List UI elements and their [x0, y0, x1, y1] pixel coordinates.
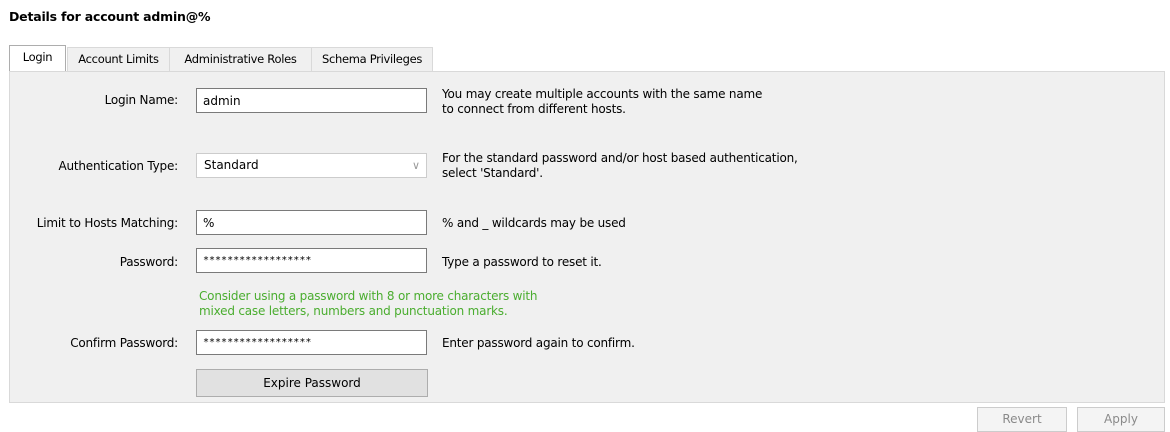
- tab-schema-privileges[interactable]: Schema Privileges: [311, 47, 433, 71]
- tab-administrative-roles[interactable]: Administrative Roles: [169, 47, 312, 71]
- confirm-password-help: Enter password again to confirm.: [442, 336, 635, 350]
- login-name-input[interactable]: [196, 88, 427, 113]
- auth-type-help-line1: For the standard password and/or host ba…: [442, 151, 798, 165]
- tab-account-limits[interactable]: Account Limits: [67, 47, 170, 71]
- confirm-password-input[interactable]: [196, 330, 427, 355]
- password-hint-line2: mixed case letters, numbers and punctuat…: [199, 304, 508, 318]
- auth-type-label: Authentication Type:: [58, 159, 178, 173]
- hosts-input[interactable]: [196, 210, 427, 235]
- auth-type-help-line2: select 'Standard'.: [442, 166, 543, 180]
- account-details-title: Details for account admin@%: [9, 9, 211, 24]
- password-hint-line1: Consider using a password with 8 or more…: [199, 289, 538, 303]
- expire-password-button[interactable]: Expire Password: [196, 369, 428, 397]
- password-strength-hint: Consider using a password with 8 or more…: [199, 289, 538, 319]
- login-name-label: Login Name:: [104, 93, 179, 107]
- tab-login[interactable]: Login: [9, 45, 66, 71]
- hosts-label: Limit to Hosts Matching:: [36, 216, 178, 230]
- apply-button[interactable]: Apply: [1077, 407, 1165, 432]
- login-name-help-line2: to connect from different hosts.: [442, 102, 626, 116]
- login-name-help: You may create multiple accounts with th…: [442, 87, 762, 117]
- password-input[interactable]: [196, 248, 427, 273]
- hosts-help: % and _ wildcards may be used: [442, 216, 626, 230]
- revert-button[interactable]: Revert: [977, 407, 1067, 432]
- login-panel: [9, 71, 1165, 403]
- auth-type-select[interactable]: Standard ∨: [196, 153, 427, 178]
- password-help: Type a password to reset it.: [442, 255, 602, 269]
- password-label: Password:: [119, 255, 178, 269]
- auth-type-help: For the standard password and/or host ba…: [442, 151, 798, 181]
- login-name-help-line1: You may create multiple accounts with th…: [442, 87, 763, 101]
- chevron-down-icon: ∨: [411, 159, 420, 172]
- auth-type-value: Standard: [204, 158, 259, 172]
- confirm-password-label: Confirm Password:: [70, 336, 178, 350]
